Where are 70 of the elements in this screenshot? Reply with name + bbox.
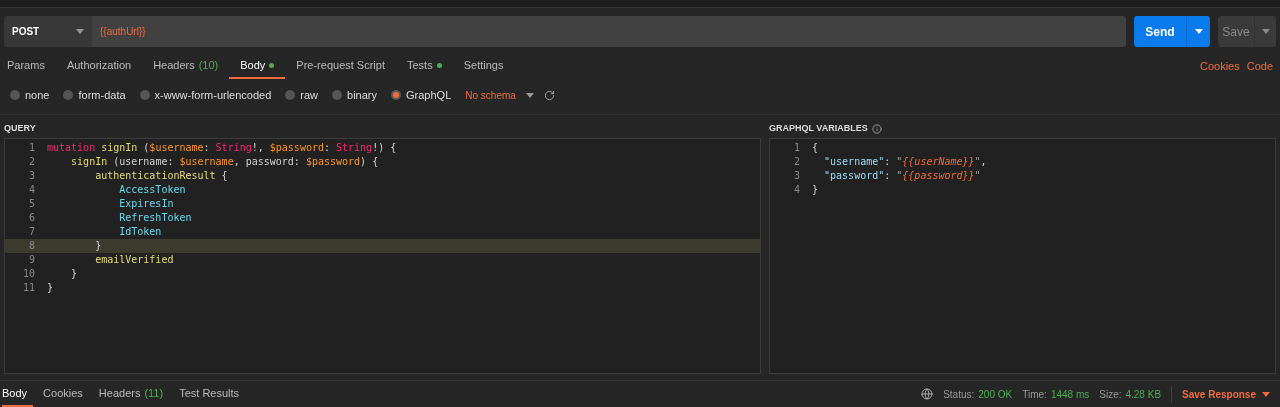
- line-number: 11: [21, 281, 35, 295]
- request-tab[interactable]: Authorization: [55, 53, 143, 79]
- line-number: 1: [27, 141, 35, 155]
- refresh-icon[interactable]: [543, 89, 555, 101]
- line-number: 1: [792, 141, 800, 155]
- caret-icon: [76, 29, 84, 34]
- line-number: 6: [27, 211, 35, 225]
- code-line: "password": "{{password}}": [823, 169, 981, 183]
- line-number: 2: [27, 155, 35, 169]
- code-line: }: [94, 239, 102, 253]
- schema-dropdown[interactable]: No schema: [465, 87, 534, 103]
- body-type-radio[interactable]: none: [10, 86, 50, 104]
- body-type-radio[interactable]: form-data: [63, 86, 126, 104]
- globe-icon[interactable]: [921, 388, 934, 400]
- response-tab[interactable]: Headers (11): [92, 381, 170, 407]
- method-dropdown[interactable]: POST: [4, 16, 92, 47]
- code-line: AccessToken: [118, 183, 186, 197]
- code-line: signIn (username: $username, password: $password) {: [70, 155, 379, 169]
- code-line: }: [47, 281, 54, 295]
- caret-icon: [1261, 29, 1270, 34]
- code-line: emailVerified: [94, 253, 174, 267]
- code-line: ExpiresIn: [118, 197, 174, 211]
- info-icon[interactable]: [871, 124, 882, 134]
- code-line: RefreshToken: [118, 211, 192, 225]
- code-line: }: [70, 267, 78, 281]
- body-type-radio[interactable]: x-www-form-urlencoded: [139, 86, 272, 104]
- line-number: 2: [792, 155, 800, 169]
- caret-icon: [1262, 391, 1270, 397]
- request-tab[interactable]: Params: [7, 53, 56, 79]
- line-number: 5: [27, 197, 35, 211]
- body-type-radio[interactable]: GraphQL: [391, 86, 452, 104]
- header-link[interactable]: Code: [1246, 57, 1273, 75]
- response-tab[interactable]: Cookies: [37, 381, 89, 407]
- line-number: 7: [27, 225, 35, 239]
- response-tab[interactable]: Body: [2, 381, 34, 407]
- body-type-radio[interactable]: raw: [285, 86, 319, 104]
- time-label: Time:: [1022, 387, 1047, 402]
- status-label: Status:: [943, 387, 975, 402]
- code-line: IdToken: [118, 225, 162, 239]
- response-tab[interactable]: Test Results: [173, 381, 246, 407]
- request-tab[interactable]: Headers (10): [142, 53, 230, 79]
- panel-title: QUERY: [4, 122, 37, 136]
- header-link[interactable]: Cookies: [1199, 57, 1240, 75]
- code-line: authenticationResult {: [94, 169, 228, 183]
- status-value: 200 OK: [978, 387, 1013, 402]
- line-number: 3: [27, 169, 35, 183]
- code-line: {: [812, 141, 819, 155]
- code-line: "username": "{{userName}}",: [823, 155, 987, 169]
- request-tab[interactable]: Settings: [452, 53, 515, 79]
- size-value: 4.28 KB: [1125, 387, 1162, 402]
- request-tab[interactable]: Body: [229, 53, 286, 79]
- line-number: 4: [27, 183, 35, 197]
- line-number: 10: [21, 267, 35, 281]
- request-tab[interactable]: Pre-request Script: [285, 53, 396, 79]
- caret-icon: [1194, 29, 1203, 34]
- line-number: 3: [792, 169, 800, 183]
- code-line: }: [812, 183, 819, 197]
- variables-editor[interactable]: 1 { 2 "username": "{{userName}}", 3 "password": "{{password}}" 4 }: [769, 138, 1276, 374]
- save-response-button[interactable]: Save Response: [1182, 386, 1270, 402]
- line-number: 8: [27, 239, 35, 253]
- time-value: 1448 ms: [1050, 387, 1090, 402]
- url-field[interactable]: {{authUrl}}: [92, 16, 1126, 47]
- code-line: mutation signIn ($username: String!, $password: String!) {: [47, 141, 397, 155]
- request-tab[interactable]: Tests: [396, 53, 453, 79]
- panel-title: GRAPHQL VARIABLES: [769, 122, 868, 136]
- caret-icon: [525, 92, 534, 98]
- body-type-radio[interactable]: binary: [332, 86, 378, 104]
- size-label: Size:: [1099, 387, 1122, 402]
- line-number: 9: [27, 253, 35, 267]
- line-number: 4: [792, 183, 800, 197]
